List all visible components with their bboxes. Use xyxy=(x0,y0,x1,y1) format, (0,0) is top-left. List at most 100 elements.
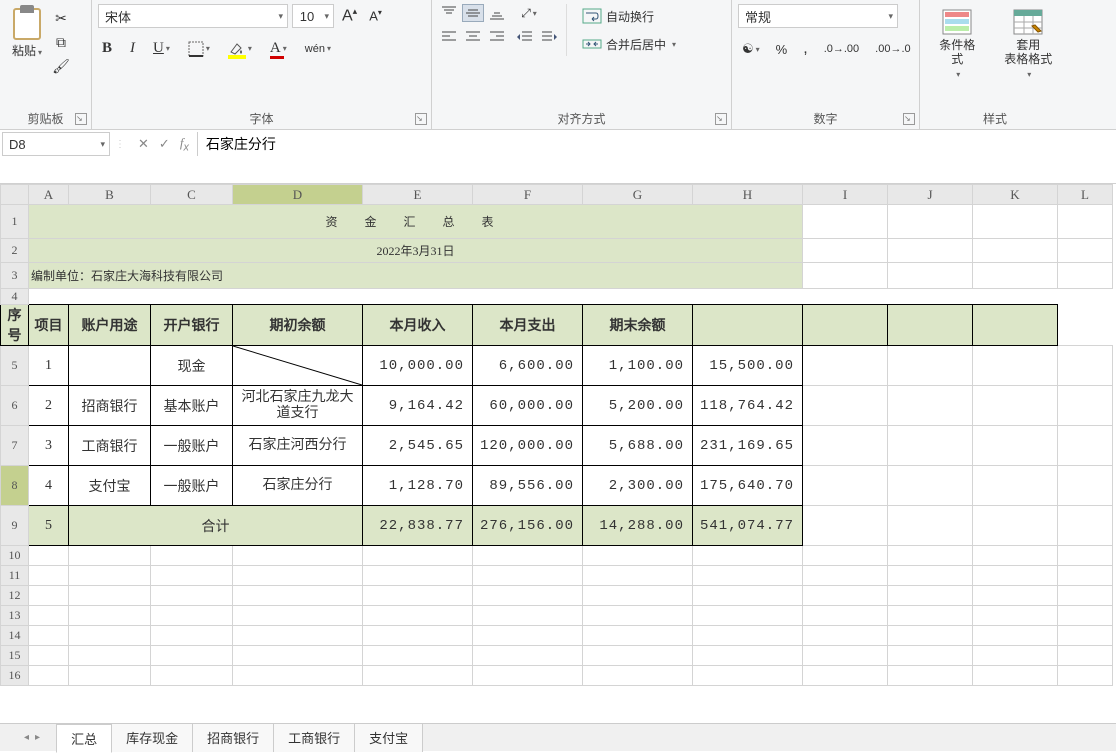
sheet-tab[interactable]: 支付宝 xyxy=(354,723,423,752)
sheet-tab[interactable]: 招商银行 xyxy=(192,723,274,752)
cell[interactable] xyxy=(1058,646,1113,666)
cell[interactable] xyxy=(888,205,973,239)
cell-out[interactable]: 14,288.00 xyxy=(583,506,693,546)
table-format-button[interactable]: 套用 表格格式 ▾ xyxy=(992,4,1064,86)
table-header[interactable]: 期末余额 xyxy=(583,305,693,346)
orientation-icon[interactable]: ⤢▾ xyxy=(514,4,544,22)
underline-button[interactable]: U▾ xyxy=(149,38,174,59)
font-launcher[interactable]: ↘ xyxy=(415,113,427,125)
table-header[interactable]: 账户用途 xyxy=(69,305,151,346)
cell[interactable] xyxy=(973,666,1058,686)
cell-out[interactable]: 2,300.00 xyxy=(583,466,693,506)
col-header[interactable]: E xyxy=(363,185,473,205)
cell[interactable] xyxy=(888,263,973,289)
cell[interactable] xyxy=(29,626,69,646)
cell[interactable] xyxy=(973,506,1058,546)
cell[interactable] xyxy=(583,666,693,686)
cell-in[interactable]: 276,156.00 xyxy=(473,506,583,546)
spreadsheet-grid[interactable]: ABCDEFGHIJKL1资 金 汇 总 表22022年3月31日3编制单位：石… xyxy=(0,184,1116,714)
cell[interactable] xyxy=(973,546,1058,566)
cell[interactable] xyxy=(1058,263,1113,289)
fill-color-button[interactable]: ▾ xyxy=(224,40,256,58)
cell[interactable] xyxy=(803,626,888,646)
decrease-decimal-icon[interactable]: .00→.0 xyxy=(871,41,914,57)
cell[interactable] xyxy=(693,546,803,566)
cell[interactable] xyxy=(233,606,363,626)
cell[interactable] xyxy=(803,346,888,386)
col-header[interactable]: B xyxy=(69,185,151,205)
cell[interactable] xyxy=(363,546,473,566)
cell[interactable] xyxy=(151,586,233,606)
cell[interactable] xyxy=(803,466,888,506)
cell[interactable] xyxy=(693,606,803,626)
cell[interactable] xyxy=(583,646,693,666)
font-name-select[interactable]: 宋体 xyxy=(98,4,288,28)
cell[interactable] xyxy=(803,646,888,666)
col-header[interactable]: D xyxy=(233,185,363,205)
table-header[interactable]: 期初余额 xyxy=(233,305,363,346)
cell[interactable] xyxy=(888,566,973,586)
title-cell[interactable]: 资 金 汇 总 表 xyxy=(29,205,803,239)
row-header[interactable]: 11 xyxy=(1,566,29,586)
decrease-font-icon[interactable]: A▾ xyxy=(365,6,386,25)
col-header[interactable]: K xyxy=(973,185,1058,205)
cell[interactable] xyxy=(803,239,888,263)
cell-acct[interactable]: 一般账户 xyxy=(151,426,233,466)
cell[interactable] xyxy=(888,646,973,666)
cell[interactable] xyxy=(69,606,151,626)
wrap-text-button[interactable]: 自动换行 xyxy=(573,4,685,28)
cell-bank[interactable]: 石家庄分行 xyxy=(233,466,363,506)
cell[interactable] xyxy=(473,606,583,626)
cell-b1[interactable]: 175,640.70 xyxy=(693,466,803,506)
cell[interactable] xyxy=(473,566,583,586)
cell[interactable] xyxy=(888,586,973,606)
cell-no[interactable]: 3 xyxy=(29,426,69,466)
cell[interactable] xyxy=(973,205,1058,239)
cell[interactable] xyxy=(693,646,803,666)
cell[interactable] xyxy=(233,626,363,646)
enter-icon[interactable]: ✓ xyxy=(159,136,170,152)
cell[interactable] xyxy=(473,646,583,666)
tab-nav[interactable]: ◂ ▸ xyxy=(8,732,56,743)
cell[interactable] xyxy=(693,586,803,606)
cell[interactable] xyxy=(973,305,1058,346)
align-left-icon[interactable] xyxy=(438,28,460,46)
bold-button[interactable]: B xyxy=(98,38,116,59)
table-header[interactable]: 项目 xyxy=(29,305,69,346)
cell[interactable] xyxy=(1058,606,1113,626)
cell[interactable] xyxy=(973,346,1058,386)
row-header[interactable]: 14 xyxy=(1,626,29,646)
col-header[interactable]: L xyxy=(1058,185,1113,205)
increase-decimal-icon[interactable]: .0→.00 xyxy=(820,41,863,57)
indent-decrease-icon[interactable] xyxy=(514,28,536,46)
col-header[interactable]: C xyxy=(151,185,233,205)
row-header[interactable]: 6 xyxy=(1,386,29,426)
cell-proj[interactable]: 工商银行 xyxy=(69,426,151,466)
unit-cell[interactable]: 编制单位：石家庄大海科技有限公司 xyxy=(29,263,803,289)
cell[interactable] xyxy=(233,646,363,666)
cell[interactable] xyxy=(1058,205,1113,239)
cell[interactable] xyxy=(888,305,973,346)
cell[interactable] xyxy=(233,586,363,606)
cell[interactable] xyxy=(803,426,888,466)
cell[interactable] xyxy=(69,666,151,686)
cell[interactable] xyxy=(803,263,888,289)
col-header[interactable]: J xyxy=(888,185,973,205)
col-header[interactable]: F xyxy=(473,185,583,205)
cell[interactable] xyxy=(473,546,583,566)
increase-font-icon[interactable]: A▴ xyxy=(338,4,361,27)
cell-in[interactable]: 120,000.00 xyxy=(473,426,583,466)
row-header[interactable]: 10 xyxy=(1,546,29,566)
table-header[interactable]: 本月支出 xyxy=(473,305,583,346)
cell[interactable] xyxy=(473,586,583,606)
cell[interactable] xyxy=(803,606,888,626)
cell[interactable] xyxy=(888,606,973,626)
cell[interactable] xyxy=(363,566,473,586)
row-header[interactable]: 1 xyxy=(1,205,29,239)
cell-no[interactable]: 5 xyxy=(29,506,69,546)
cell[interactable] xyxy=(69,566,151,586)
align-top-icon[interactable] xyxy=(438,4,460,22)
cell[interactable] xyxy=(363,646,473,666)
cancel-icon[interactable]: ✕ xyxy=(138,136,149,152)
cell-no[interactable]: 4 xyxy=(29,466,69,506)
